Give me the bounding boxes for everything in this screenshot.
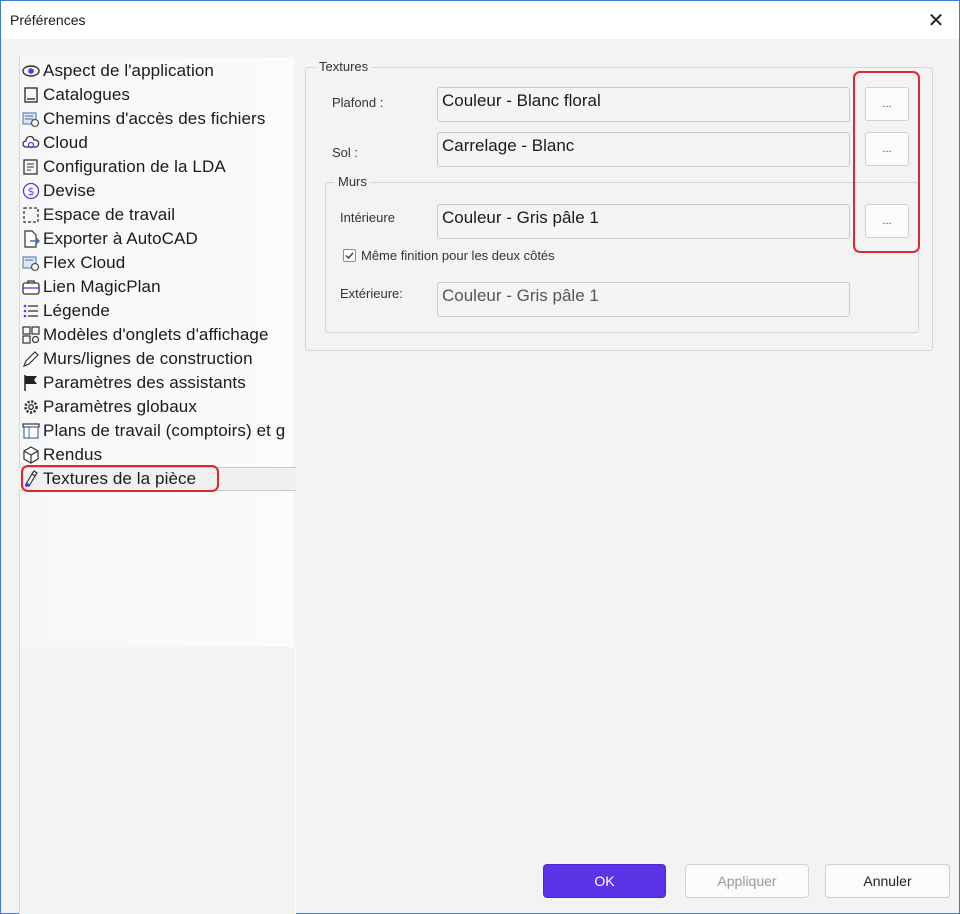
view-tabs-icon — [22, 326, 40, 344]
config-icon — [22, 158, 40, 176]
sidebar-item-export-autocad[interactable]: Exporter à AutoCAD — [19, 227, 296, 251]
flag-icon — [22, 374, 40, 392]
murs-group-title: Murs — [334, 174, 371, 189]
file-paths-icon — [22, 110, 40, 128]
sidebar-item-label: Plans de travail (comptoirs) et g — [43, 421, 286, 440]
sidebar-item-global-settings[interactable]: Paramètres globaux — [19, 395, 296, 419]
sidebar-item-label: Devise — [43, 181, 96, 200]
cloud-icon — [22, 134, 40, 152]
sidebar-item-label: Paramètres des assistants — [43, 373, 246, 392]
sol-label: Sol : — [332, 145, 359, 160]
exterieure-field: Couleur - Gris pâle 1 — [437, 282, 850, 317]
sidebar-item-label: Cloud — [43, 133, 88, 152]
sidebar-item-flex-cloud[interactable]: Flex Cloud — [19, 251, 296, 275]
gear-icon — [22, 398, 40, 416]
sidebar-item-label: Chemins d'accès des fichiers — [43, 109, 266, 128]
sidebar-item-file-paths[interactable]: Chemins d'accès des fichiers — [19, 107, 296, 131]
same-finish-checkbox[interactable] — [343, 249, 356, 262]
sidebar-item-label: Lien MagicPlan — [43, 277, 161, 296]
cube-icon — [22, 446, 40, 464]
close-button[interactable]: ✕ — [913, 1, 959, 39]
legend-icon — [22, 302, 40, 320]
ok-button[interactable]: OK — [543, 864, 666, 898]
sol-browse-button[interactable]: ... — [865, 132, 909, 166]
workspace-icon — [22, 206, 40, 224]
sidebar-item-label: Flex Cloud — [43, 253, 126, 272]
sidebar-item-label: Catalogues — [43, 85, 131, 104]
interieure-label: Intérieure — [340, 210, 395, 225]
close-icon: ✕ — [927, 9, 945, 32]
interieure-browse-button[interactable]: ... — [865, 204, 909, 238]
sidebar-item-view-tab-models[interactable]: Modèles d'onglets d'affichage — [19, 323, 296, 347]
checkmark-icon — [345, 252, 354, 260]
sidebar-item-workspace[interactable]: Espace de travail — [19, 203, 296, 227]
same-finish-checkbox-row[interactable]: Même finition pour les deux côtés — [343, 248, 555, 263]
sidebar-item-catalogues[interactable]: Catalogues — [19, 83, 296, 107]
sidebar-item-label: Configuration de la LDA — [43, 157, 226, 176]
preferences-sidebar: Aspect de l'application Catalogues Chemi… — [19, 57, 296, 914]
cancel-button[interactable]: Annuler — [825, 864, 950, 898]
sidebar-item-label: Murs/lignes de construction — [43, 349, 253, 368]
flex-cloud-icon — [22, 254, 40, 272]
window-title: Préférences — [10, 12, 86, 28]
same-finish-label: Même finition pour les deux côtés — [361, 248, 555, 263]
plafond-browse-button[interactable]: ... — [865, 87, 909, 121]
sol-field[interactable]: Carrelage - Blanc — [437, 132, 850, 167]
sidebar-item-label: Textures de la pièce — [43, 469, 197, 488]
sidebar-item-walls-lines[interactable]: Murs/lignes de construction — [19, 347, 296, 371]
sidebar-item-label: Paramètres globaux — [43, 397, 197, 416]
sidebar-item-label: Espace de travail — [43, 205, 176, 224]
sidebar-item-room-textures[interactable]: Textures de la pièce — [19, 467, 296, 491]
sidebar-item-label: Aspect de l'application — [43, 61, 214, 80]
magicplan-icon — [22, 278, 40, 296]
sidebar-empty-area — [19, 647, 296, 914]
preferences-window: Préférences ✕ Aspect de l'application Ca… — [0, 0, 960, 914]
export-icon — [22, 230, 40, 248]
sidebar-item-label: Modèles d'onglets d'affichage — [43, 325, 269, 344]
textures-group-title: Textures — [315, 59, 373, 74]
sidebar-item-legende[interactable]: Légende — [19, 299, 296, 323]
sidebar-item-label: Légende — [43, 301, 110, 320]
countertop-icon — [22, 422, 40, 440]
plafond-field[interactable]: Couleur - Blanc floral — [437, 87, 850, 122]
pencil-icon — [22, 350, 40, 368]
sidebar-item-magicplan[interactable]: Lien MagicPlan — [19, 275, 296, 299]
title-bar: Préférences ✕ — [1, 1, 959, 39]
sidebar-item-label: Rendus — [43, 445, 103, 464]
sidebar-item-devise[interactable]: $ Devise — [19, 179, 296, 203]
catalog-icon — [22, 86, 40, 104]
apply-button[interactable]: Appliquer — [685, 864, 809, 898]
sidebar-item-rendus[interactable]: Rendus — [19, 443, 296, 467]
currency-icon: $ — [22, 182, 40, 200]
plafond-label: Plafond : — [332, 95, 384, 110]
exterieure-label: Extérieure: — [340, 286, 403, 301]
sidebar-item-aspect[interactable]: Aspect de l'application — [19, 59, 296, 83]
sidebar-item-countertops[interactable]: Plans de travail (comptoirs) et g — [19, 419, 296, 443]
sidebar-item-cloud[interactable]: Cloud — [19, 131, 296, 155]
eye-icon — [22, 62, 40, 80]
interieure-field[interactable]: Couleur - Gris pâle 1 — [437, 204, 850, 239]
sidebar-item-lda-config[interactable]: Configuration de la LDA — [19, 155, 296, 179]
svg-text:$: $ — [28, 185, 35, 198]
sidebar-item-label: Exporter à AutoCAD — [43, 229, 198, 248]
sidebar-item-assistants[interactable]: Paramètres des assistants — [19, 371, 296, 395]
texture-brush-icon — [22, 470, 40, 488]
